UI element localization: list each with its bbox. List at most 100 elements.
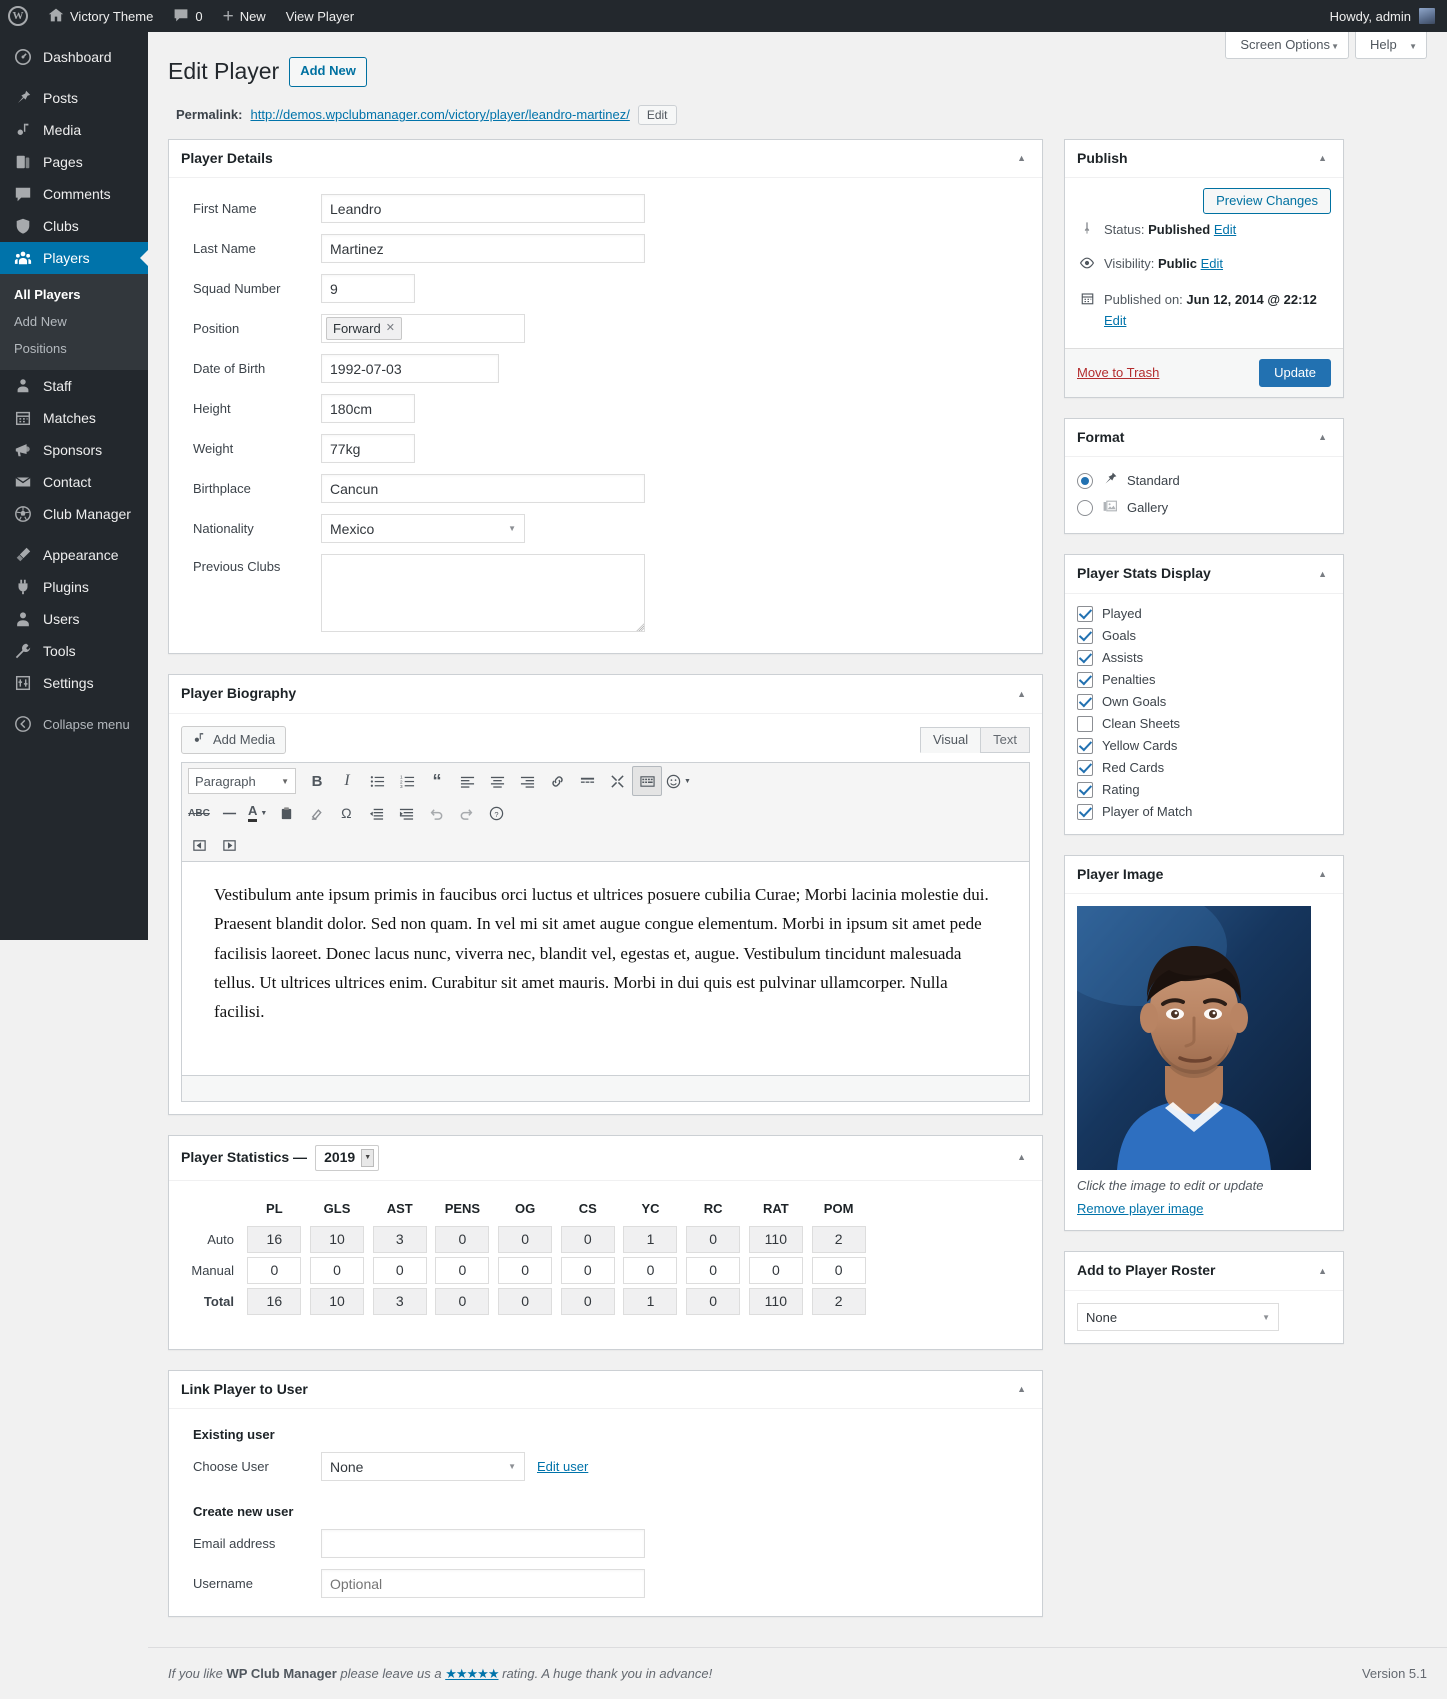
roster-select[interactable]: None ▼: [1077, 1303, 1279, 1331]
player-photo[interactable]: [1077, 906, 1311, 1170]
align-left-icon[interactable]: [452, 766, 482, 796]
keyboard-shortcuts-icon[interactable]: ?: [481, 798, 511, 828]
redo-icon[interactable]: [451, 798, 481, 828]
checkbox-row-yellow-cards[interactable]: Yellow Cards: [1077, 735, 1331, 757]
align-right-icon[interactable]: [512, 766, 542, 796]
numbered-list-icon[interactable]: 123: [392, 766, 422, 796]
stat-manual-rat[interactable]: 0: [749, 1257, 803, 1284]
permalink-link[interactable]: http://demos.wpclubmanager.com/victory/p…: [250, 107, 629, 122]
site-name-menu[interactable]: Victory Theme: [38, 0, 163, 32]
comments-menu[interactable]: 0: [163, 0, 212, 32]
stat-manual-rc[interactable]: 0: [686, 1257, 740, 1284]
stat-manual-pl[interactable]: 0: [247, 1257, 301, 1284]
toggle-panel-icon[interactable]: ▲: [1013, 150, 1030, 167]
checkbox-row-played[interactable]: Played: [1077, 603, 1331, 625]
emoji-icon[interactable]: ▼: [662, 766, 695, 796]
strikethrough-icon[interactable]: ABC: [184, 798, 214, 828]
stat-manual-gls[interactable]: 0: [310, 1257, 364, 1284]
bold-icon[interactable]: B: [302, 766, 332, 796]
sidebar-item-pages[interactable]: Pages: [0, 146, 148, 178]
status-edit-link[interactable]: Edit: [1214, 222, 1236, 237]
toggle-panel-icon[interactable]: ▲: [1314, 150, 1331, 167]
bulleted-list-icon[interactable]: [362, 766, 392, 796]
checkbox-row-red-cards[interactable]: Red Cards: [1077, 757, 1331, 779]
checkbox-rating[interactable]: [1077, 782, 1093, 798]
toggle-panel-icon[interactable]: ▲: [1314, 566, 1331, 583]
italic-icon[interactable]: I: [332, 766, 362, 796]
stat-manual-yc[interactable]: 0: [623, 1257, 677, 1284]
checkbox-player-of-match[interactable]: [1077, 804, 1093, 820]
stat-manual-cs[interactable]: 0: [561, 1257, 615, 1284]
sidebar-item-staff[interactable]: Staff: [0, 370, 148, 402]
squad-number-input[interactable]: [321, 274, 415, 303]
horizontal-rule-icon[interactable]: [214, 798, 244, 828]
checkbox-red-cards[interactable]: [1077, 760, 1093, 776]
sidebar-item-users[interactable]: Users: [0, 603, 148, 635]
date-of-birth-input[interactable]: [321, 354, 499, 383]
checkbox-clean-sheets[interactable]: [1077, 716, 1093, 732]
toggle-panel-icon[interactable]: ▲: [1314, 429, 1331, 446]
checkbox-played[interactable]: [1077, 606, 1093, 622]
edit-user-link[interactable]: Edit user: [537, 1459, 588, 1474]
email-field[interactable]: [321, 1529, 645, 1558]
checkbox-assists[interactable]: [1077, 650, 1093, 666]
checkbox-yellow-cards[interactable]: [1077, 738, 1093, 754]
checkbox-row-clean-sheets[interactable]: Clean Sheets: [1077, 713, 1331, 735]
read-more-icon[interactable]: [572, 766, 602, 796]
checkbox-row-assists[interactable]: Assists: [1077, 647, 1331, 669]
add-media-button[interactable]: Add Media: [181, 726, 286, 754]
sidebar-item-matches[interactable]: Matches: [0, 402, 148, 434]
sidebar-item-contact[interactable]: Contact: [0, 466, 148, 498]
stat-manual-pom[interactable]: 0: [812, 1257, 866, 1284]
toggle-panel-icon[interactable]: ▲: [1013, 1149, 1030, 1166]
account-menu[interactable]: Howdy, admin: [1330, 8, 1447, 24]
tab-text[interactable]: Text: [980, 727, 1030, 753]
toggle-panel-icon[interactable]: ▲: [1314, 866, 1331, 883]
link-icon[interactable]: [542, 766, 572, 796]
toggle-panel-icon[interactable]: ▲: [1013, 1381, 1030, 1398]
wp-logo-menu[interactable]: [0, 0, 38, 32]
fullscreen-icon[interactable]: [602, 766, 632, 796]
biography-editor-content[interactable]: Vestibulum ante ipsum primis in faucibus…: [181, 861, 1030, 1076]
increase-indent-icon[interactable]: [391, 798, 421, 828]
checkbox-penalties[interactable]: [1077, 672, 1093, 688]
first-name-input[interactable]: [321, 194, 645, 223]
birthplace-input[interactable]: [321, 474, 645, 503]
toggle-panel-icon[interactable]: ▲: [1314, 1263, 1331, 1280]
weight-input[interactable]: [321, 434, 415, 463]
sidebar-item-appearance[interactable]: Appearance: [0, 539, 148, 571]
toolbar-toggle-icon[interactable]: [632, 766, 662, 796]
sidebar-item-sponsors[interactable]: Sponsors: [0, 434, 148, 466]
checkbox-goals[interactable]: [1077, 628, 1093, 644]
format-option-standard[interactable]: Standard: [1077, 467, 1331, 494]
checkbox-row-penalties[interactable]: Penalties: [1077, 669, 1331, 691]
undo-icon[interactable]: [421, 798, 451, 828]
checkbox-row-player-of-match[interactable]: Player of Match: [1077, 801, 1331, 823]
remove-tag-icon[interactable]: ✕: [386, 319, 395, 338]
sidebar-item-club-manager[interactable]: Club Manager: [0, 498, 148, 530]
rating-stars[interactable]: ★★★★★: [445, 1666, 498, 1681]
update-button[interactable]: Update: [1259, 359, 1331, 387]
sidebar-item-dashboard[interactable]: Dashboard: [0, 41, 148, 73]
paste-as-text-icon[interactable]: [271, 798, 301, 828]
help-button[interactable]: Help ▼: [1355, 32, 1427, 59]
new-content-menu[interactable]: + New: [213, 0, 276, 32]
paragraph-format-select[interactable]: Paragraph ▼: [188, 768, 296, 794]
sidebar-item-tools[interactable]: Tools: [0, 635, 148, 667]
sidebar-item-settings[interactable]: Settings: [0, 667, 148, 699]
sidebar-subitem-all-players[interactable]: All Players: [0, 281, 148, 308]
move-to-trash-link[interactable]: Move to Trash: [1077, 365, 1159, 380]
collapse-menu-button[interactable]: Collapse menu: [0, 707, 148, 741]
checkbox-own-goals[interactable]: [1077, 694, 1093, 710]
edit-slug-button[interactable]: Edit: [638, 105, 677, 125]
sidebar-item-plugins[interactable]: Plugins: [0, 571, 148, 603]
view-player-link[interactable]: View Player: [276, 0, 364, 32]
remove-player-image-link[interactable]: Remove player image: [1077, 1193, 1331, 1218]
radio-gallery[interactable]: [1077, 500, 1093, 516]
tab-visual[interactable]: Visual: [920, 727, 981, 753]
toggle-panel-icon[interactable]: ▲: [1013, 686, 1030, 703]
sidebar-item-comments[interactable]: Comments: [0, 178, 148, 210]
sidebar-item-clubs[interactable]: Clubs: [0, 210, 148, 242]
username-field[interactable]: [321, 1569, 645, 1598]
special-character-icon[interactable]: Ω: [331, 798, 361, 828]
